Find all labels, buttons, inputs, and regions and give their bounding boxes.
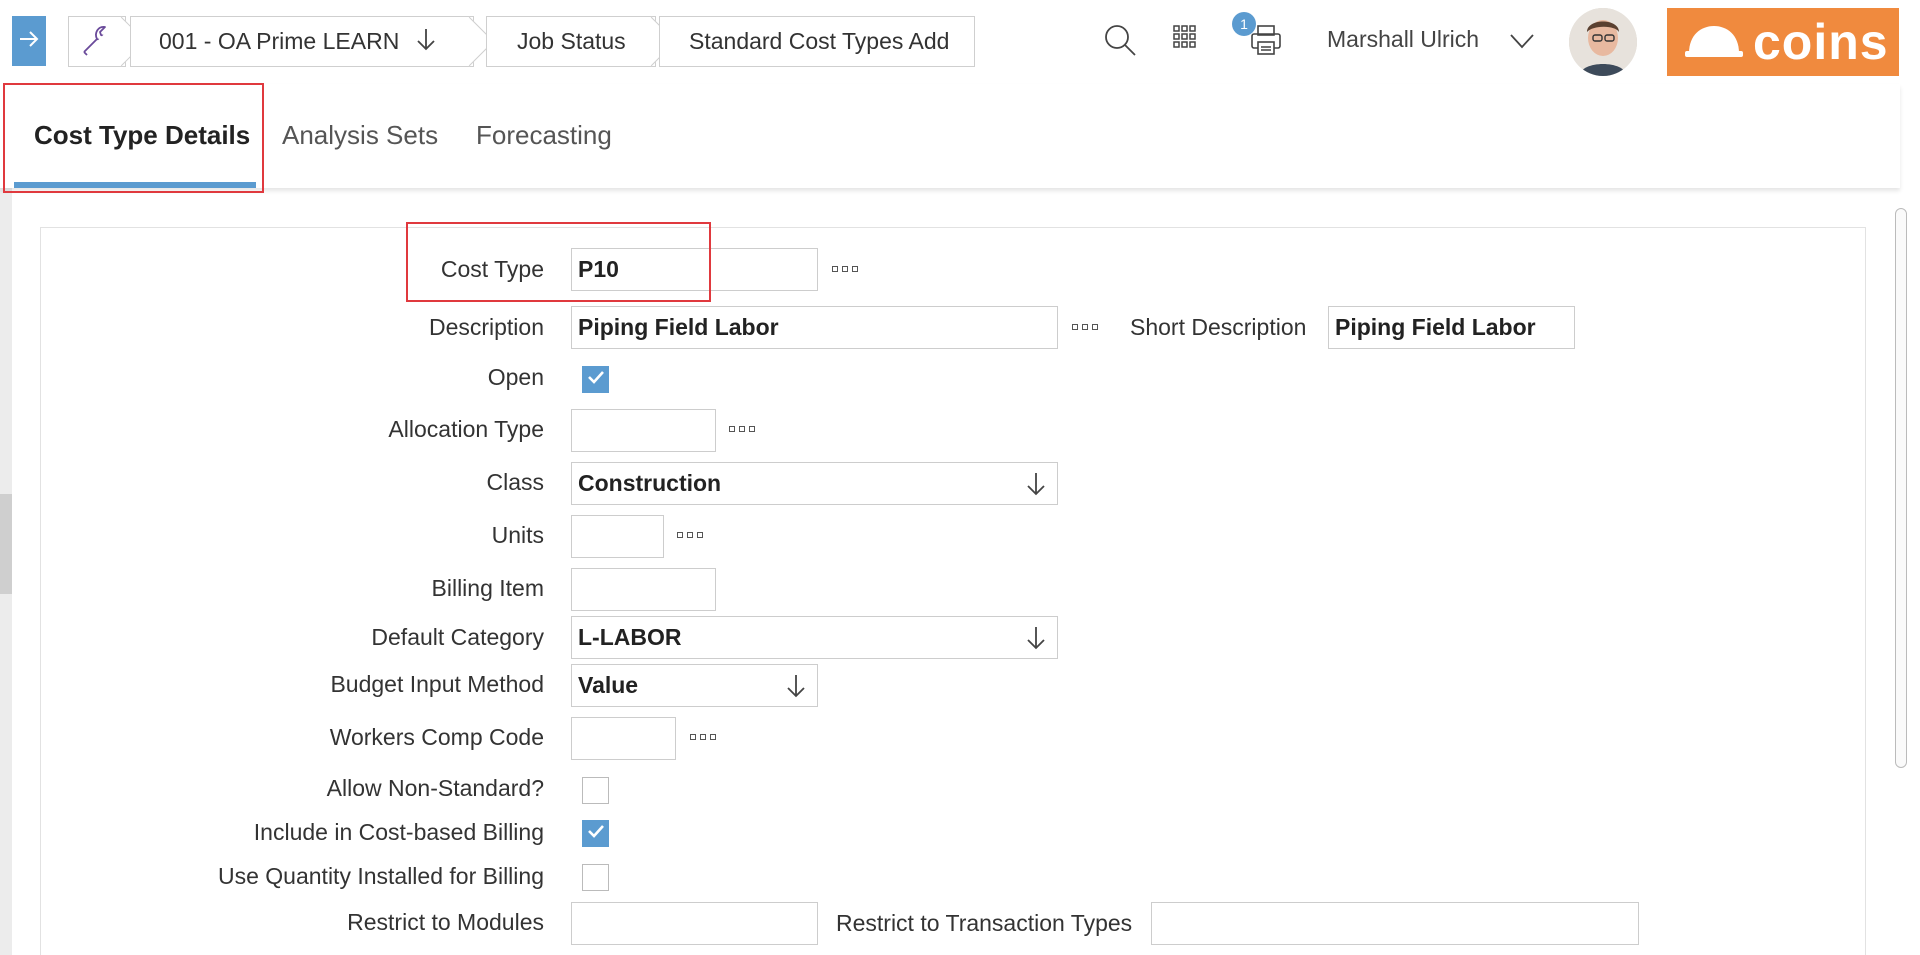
cost-type-lookup-icon[interactable] xyxy=(832,266,862,276)
breadcrumb-company-label: 001 - OA Prime LEARN xyxy=(159,28,400,54)
open-label: Open xyxy=(487,364,544,390)
hard-hat-icon xyxy=(1685,23,1743,62)
workers-comp-lookup-icon[interactable] xyxy=(690,734,720,744)
restrict-modules-label: Restrict to Modules xyxy=(347,909,544,935)
arrow-down-icon[interactable] xyxy=(1023,471,1049,503)
highlight-box-tab xyxy=(3,83,264,193)
breadcrumb-current-page: Standard Cost Types Add xyxy=(659,16,975,67)
budget-input-method-label: Budget Input Method xyxy=(330,671,544,697)
restrict-transaction-types-input[interactable] xyxy=(1151,902,1639,945)
default-category-label: Default Category xyxy=(371,624,544,650)
restrict-modules-input[interactable] xyxy=(571,902,818,945)
tab-analysis-sets[interactable]: Analysis Sets xyxy=(282,120,438,151)
short-description-input[interactable]: Piping Field Labor xyxy=(1328,306,1575,349)
budget-input-method-value: Value xyxy=(578,672,639,698)
workers-comp-code-label: Workers Comp Code xyxy=(329,724,544,750)
use-qty-installed-checkbox[interactable] xyxy=(582,864,609,891)
nav-toggle-button[interactable] xyxy=(12,16,46,66)
class-select[interactable]: Construction xyxy=(571,462,1058,505)
user-avatar[interactable] xyxy=(1569,8,1637,76)
arrow-down-icon[interactable] xyxy=(1023,625,1049,657)
arrow-right-icon xyxy=(17,27,41,56)
units-input[interactable] xyxy=(571,515,664,558)
include-cost-billing-checkbox[interactable] xyxy=(582,820,609,847)
top-bar: 001 - OA Prime LEARN Job Status Standard… xyxy=(0,0,1920,84)
restrict-transaction-types-label: Restrict to Transaction Types xyxy=(836,910,1133,936)
coins-logo[interactable]: coins xyxy=(1667,8,1899,76)
print-queue-badge: 1 xyxy=(1232,12,1256,36)
description-label: Description xyxy=(428,314,544,340)
allow-non-standard-checkbox[interactable] xyxy=(582,777,609,804)
apps-grid-icon[interactable] xyxy=(1170,22,1206,58)
search-icon[interactable] xyxy=(1102,22,1138,58)
class-value: Construction xyxy=(578,470,722,496)
budget-input-method-select[interactable]: Value xyxy=(571,664,818,707)
user-name[interactable]: Marshall Ulrich xyxy=(1327,26,1479,53)
description-lookup-icon[interactable] xyxy=(1072,324,1102,334)
open-checkbox[interactable] xyxy=(582,366,609,393)
units-lookup-icon[interactable] xyxy=(677,532,707,542)
arrow-down-icon[interactable] xyxy=(413,26,439,58)
class-label: Class xyxy=(486,469,544,495)
checkmark-icon xyxy=(586,821,606,846)
breadcrumb-status-label: Job Status xyxy=(517,28,626,54)
tab-forecasting[interactable]: Forecasting xyxy=(476,120,612,151)
include-cost-billing-label: Include in Cost-based Billing xyxy=(253,819,544,845)
description-input[interactable]: Piping Field Labor xyxy=(571,306,1058,349)
units-label: Units xyxy=(491,522,544,548)
billing-item-label: Billing Item xyxy=(431,575,544,601)
allocation-type-input[interactable] xyxy=(571,409,716,452)
chevron-down-icon[interactable] xyxy=(1508,28,1536,59)
left-edge-handle[interactable] xyxy=(0,494,12,594)
default-category-value: L-LABOR xyxy=(578,624,682,650)
checkmark-icon xyxy=(586,367,606,392)
tab-bar: Cost Type Details Analysis Sets Forecast… xyxy=(0,84,1900,188)
default-category-select[interactable]: L-LABOR xyxy=(571,616,1058,659)
short-description-label: Short Description xyxy=(1130,314,1307,340)
vertical-scrollbar[interactable] xyxy=(1895,208,1907,768)
breadcrumb-company[interactable]: 001 - OA Prime LEARN xyxy=(130,16,495,67)
breadcrumb-tools[interactable] xyxy=(68,16,147,67)
workers-comp-code-input[interactable] xyxy=(571,717,676,760)
use-qty-installed-label: Use Quantity Installed for Billing xyxy=(218,863,544,889)
billing-item-input[interactable] xyxy=(571,568,716,611)
highlight-box-cost-type xyxy=(406,222,711,302)
allow-non-standard-label: Allow Non-Standard? xyxy=(326,775,544,801)
allocation-type-label: Allocation Type xyxy=(388,416,544,442)
breadcrumb-job-status[interactable]: Job Status xyxy=(486,16,677,67)
allocation-type-lookup-icon[interactable] xyxy=(729,426,759,436)
arrow-down-icon[interactable] xyxy=(783,673,809,705)
logo-text: coins xyxy=(1753,14,1889,70)
breadcrumb-page-label: Standard Cost Types Add xyxy=(689,28,950,54)
